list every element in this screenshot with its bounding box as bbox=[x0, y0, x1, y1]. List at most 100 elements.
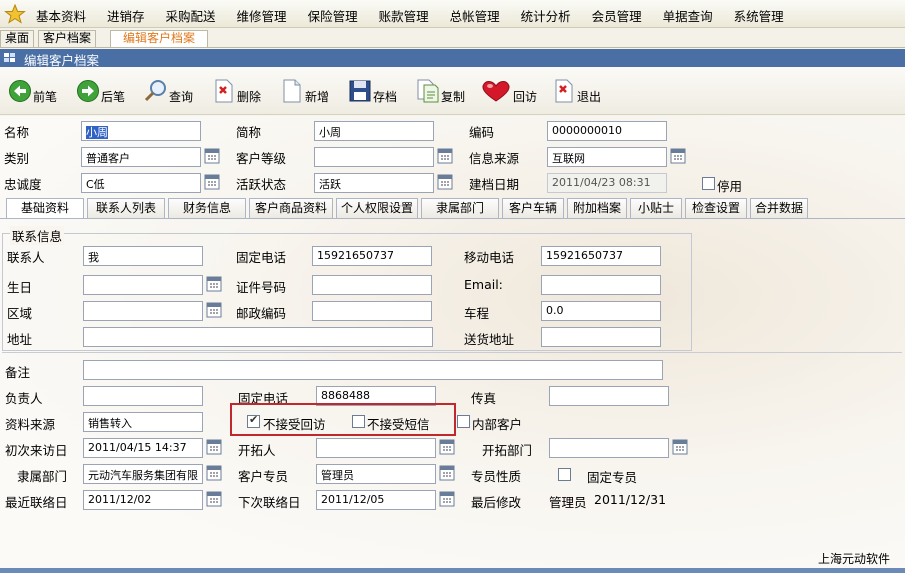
active-status-input[interactable]: 活跃 bbox=[314, 173, 434, 193]
delete-button[interactable]: 删除 bbox=[212, 73, 261, 109]
menu-statistics[interactable]: 统计分析 bbox=[521, 6, 571, 25]
next-contact-input[interactable]: 2011/12/05 bbox=[316, 490, 436, 510]
no-sms-checkbox[interactable] bbox=[352, 415, 365, 428]
loyalty-input[interactable]: C低 bbox=[81, 173, 201, 193]
develop-dept-input[interactable] bbox=[549, 438, 669, 458]
detail-tabs: 基础资料 联系人列表 财务信息 客户商品资料 个人权限设置 隶属部门 客户车辆 … bbox=[0, 198, 905, 219]
query-button[interactable]: 查询 bbox=[144, 73, 193, 109]
distance-input[interactable]: 0.0 bbox=[541, 301, 661, 321]
tab-desktop[interactable]: 桌面 bbox=[0, 30, 35, 47]
birthday-input[interactable] bbox=[83, 275, 203, 295]
no-visit-label: 不接受回访 bbox=[263, 417, 326, 432]
tab-basic-info[interactable]: 基础资料 bbox=[6, 198, 84, 219]
info-source-label: 信息来源 bbox=[469, 151, 520, 166]
region-picker-icon[interactable] bbox=[206, 302, 222, 318]
menu-purchase[interactable]: 采购配送 bbox=[166, 6, 216, 25]
exit-button[interactable]: 退出 bbox=[552, 73, 601, 109]
name-input[interactable]: 小周 bbox=[81, 121, 201, 141]
source-picker-icon[interactable] bbox=[670, 148, 686, 164]
address-input[interactable] bbox=[83, 327, 433, 347]
last-contact-label: 最近联络日 bbox=[5, 495, 68, 510]
next-button[interactable]: 后笔 bbox=[76, 73, 125, 109]
owner-input[interactable] bbox=[83, 386, 203, 406]
agent-picker-icon[interactable] bbox=[439, 465, 455, 481]
zip-code-input[interactable] bbox=[312, 301, 432, 321]
visit-button[interactable]: 回访 bbox=[480, 73, 537, 109]
delivery-address-input[interactable] bbox=[541, 327, 661, 347]
menu-accounts[interactable]: 账款管理 bbox=[379, 6, 429, 25]
next-contact-calendar-icon[interactable] bbox=[439, 491, 455, 507]
tab-divider bbox=[0, 218, 905, 219]
menu-members[interactable]: 会员管理 bbox=[592, 6, 642, 25]
dept-picker-icon[interactable] bbox=[672, 439, 688, 455]
tab-customer-records[interactable]: 客户档案 bbox=[38, 30, 97, 47]
id-number-input[interactable] bbox=[312, 275, 432, 295]
first-visit-calendar-icon[interactable] bbox=[206, 439, 222, 455]
mobile-phone-input[interactable]: 15921650737 bbox=[541, 246, 661, 266]
fixed-phone-label: 固定电话 bbox=[236, 250, 287, 265]
fixed-agent-checkbox[interactable] bbox=[558, 468, 571, 481]
developer-picker-icon[interactable] bbox=[439, 439, 455, 455]
short-name-input[interactable]: 小周 bbox=[314, 121, 434, 141]
tab-tips[interactable]: 小贴士 bbox=[630, 198, 682, 218]
menu-system[interactable]: 系统管理 bbox=[734, 6, 784, 25]
tab-merge-data[interactable]: 合并数据 bbox=[750, 198, 808, 218]
category-picker-icon[interactable] bbox=[204, 148, 220, 164]
customer-agent-input[interactable]: 管理员 bbox=[316, 464, 436, 484]
copy-document-icon bbox=[417, 79, 439, 103]
tab-finance-info[interactable]: 财务信息 bbox=[168, 198, 246, 218]
fixed-phone-input[interactable]: 15921650737 bbox=[312, 246, 432, 266]
tab-check-settings[interactable]: 检查设置 bbox=[685, 198, 747, 218]
birthday-calendar-icon[interactable] bbox=[206, 276, 222, 292]
menu-ledger[interactable]: 总帐管理 bbox=[450, 6, 500, 25]
contact-person-label: 联系人 bbox=[7, 250, 45, 265]
prev-button[interactable]: 前笔 bbox=[8, 73, 57, 109]
loyalty-picker-icon[interactable] bbox=[204, 174, 220, 190]
developer-input[interactable] bbox=[316, 438, 436, 458]
last-modify-label: 最后修改 bbox=[471, 495, 522, 510]
grid-icon bbox=[4, 53, 15, 62]
info-source-input[interactable]: 互联网 bbox=[547, 147, 667, 167]
distance-label: 车程 bbox=[464, 306, 490, 321]
customer-level-input[interactable] bbox=[314, 147, 434, 167]
first-visit-input[interactable]: 2011/04/15 14:37 bbox=[83, 438, 203, 458]
active-status-label: 活跃状态 bbox=[236, 177, 287, 192]
last-contact-input[interactable]: 2011/12/02 bbox=[83, 490, 203, 510]
menu-repair[interactable]: 维修管理 bbox=[237, 6, 287, 25]
category-input[interactable]: 普通客户 bbox=[81, 147, 201, 167]
no-sms-label: 不接受短信 bbox=[367, 417, 430, 432]
internal-customer-checkbox[interactable] bbox=[457, 415, 470, 428]
tab-permissions[interactable]: 个人权限设置 bbox=[336, 198, 418, 218]
contact-person-input[interactable]: 我 bbox=[83, 246, 203, 266]
data-source-input[interactable]: 销售转入 bbox=[83, 412, 203, 432]
menu-basic-data[interactable]: 基本资料 bbox=[36, 6, 86, 25]
belong-picker-icon[interactable] bbox=[206, 465, 222, 481]
tab-attachments[interactable]: 附加档案 bbox=[567, 198, 627, 218]
tab-departments[interactable]: 隶属部门 bbox=[421, 198, 499, 218]
belong-dept-input[interactable]: 元动汽车服务集团有限 bbox=[83, 464, 203, 484]
copy-button[interactable]: 复制 bbox=[416, 73, 465, 109]
agent-type-label: 专员性质 bbox=[471, 469, 522, 484]
tab-edit-customer-record[interactable]: 编辑客户档案 bbox=[110, 30, 209, 47]
zip-code-label: 邮政编码 bbox=[236, 306, 287, 321]
email-input[interactable] bbox=[541, 275, 661, 295]
tab-customer-vehicles[interactable]: 客户车辆 bbox=[502, 198, 564, 218]
menu-documents[interactable]: 单据查询 bbox=[663, 6, 713, 25]
last-contact-calendar-icon[interactable] bbox=[206, 491, 222, 507]
tab-contact-list[interactable]: 联系人列表 bbox=[87, 198, 165, 218]
remark-input[interactable] bbox=[83, 360, 663, 380]
tab-customer-products[interactable]: 客户商品资料 bbox=[249, 198, 333, 218]
menu-inventory[interactable]: 进销存 bbox=[107, 6, 145, 25]
menu-insurance[interactable]: 保险管理 bbox=[308, 6, 358, 25]
code-input[interactable]: 0000000010 bbox=[547, 121, 667, 141]
star-logo-icon bbox=[4, 4, 26, 24]
address-label: 地址 bbox=[7, 332, 33, 347]
level-picker-icon[interactable] bbox=[437, 148, 453, 164]
region-input[interactable] bbox=[83, 301, 203, 321]
new-button[interactable]: 新增 bbox=[280, 73, 329, 109]
disabled-checkbox[interactable] bbox=[702, 177, 715, 190]
fax-input[interactable] bbox=[549, 386, 669, 406]
no-visit-checkbox[interactable] bbox=[247, 413, 260, 428]
status-picker-icon[interactable] bbox=[437, 174, 453, 190]
save-button[interactable]: 存档 bbox=[348, 73, 397, 109]
